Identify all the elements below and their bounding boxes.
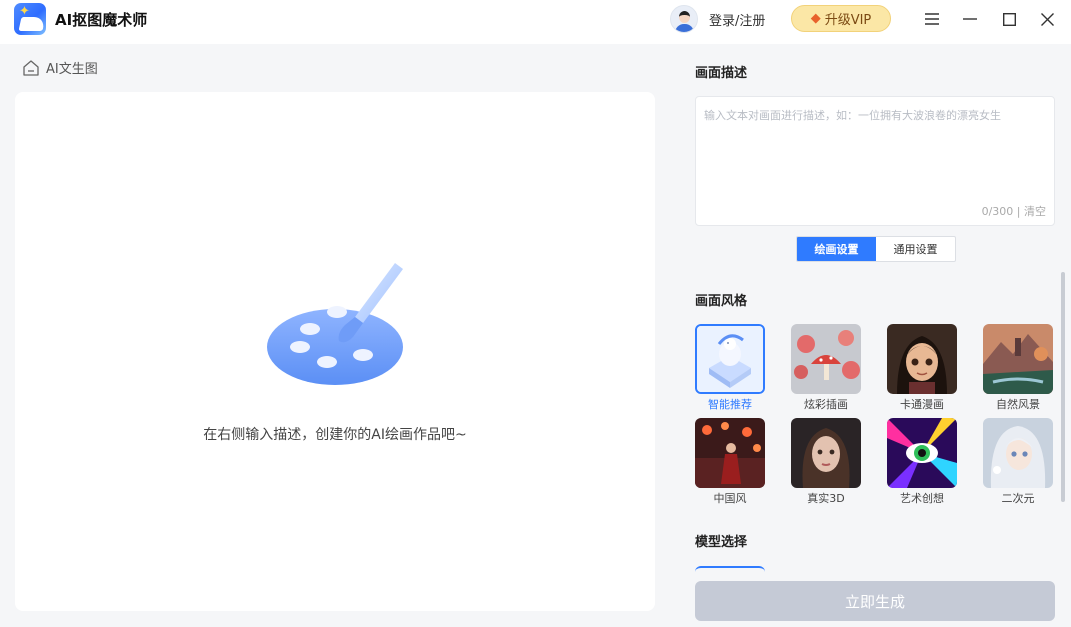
breadcrumb-back[interactable]: AI文生图 [22, 58, 98, 77]
diamond-icon: ◆ [810, 11, 821, 26]
model-section-title: 模型选择 [695, 535, 748, 550]
login-register-link[interactable]: 登录/注册 [709, 10, 765, 29]
empty-state-text: 在右侧输入描述，创建你的AI绘画作品吧~ [203, 427, 467, 443]
settings-tabs: 绘画设置 通用设置 [796, 236, 956, 262]
style-label: 智能推荐 [708, 398, 752, 411]
style-label: 艺术创想 [900, 492, 944, 505]
settings-panel: 画面描述 0/300 | 清空 绘画设置 通用设置 画面风格 [675, 44, 1071, 627]
description-input[interactable] [696, 97, 1054, 197]
style-chinese[interactable]: 中国风 [695, 418, 765, 506]
model-option-card[interactable] [695, 566, 765, 576]
generate-button[interactable]: 立即生成 [695, 581, 1055, 621]
palette-brush-icon [267, 263, 403, 385]
breadcrumb-label: AI文生图 [46, 62, 98, 77]
style-thumbnail [791, 418, 861, 488]
title-bar: AI抠图魔术师 登录/注册 ◆ 升级VIP [0, 0, 1071, 44]
style-thumbnail [695, 418, 765, 488]
tab-drawing-settings[interactable]: 绘画设置 [797, 237, 876, 261]
style-thumbnail [791, 324, 861, 394]
panel-scrollbar[interactable] [1061, 272, 1065, 502]
menu-icon[interactable] [921, 8, 943, 30]
style-label: 炫彩插画 [804, 398, 848, 411]
style-thumbnail [887, 418, 957, 488]
user-avatar[interactable] [670, 5, 698, 33]
style-smart-recommend[interactable]: 智能推荐 [695, 324, 765, 412]
style-nature-landscape[interactable]: 自然风景 [983, 324, 1053, 412]
char-count: 0/300 [981, 205, 1014, 218]
style-label: 中国风 [713, 492, 747, 505]
style-cartoon-comic[interactable]: 卡通漫画 [887, 324, 957, 412]
style-realistic-3d[interactable]: 真实3D [791, 418, 861, 506]
description-title: 画面描述 [695, 66, 748, 81]
style-section-title: 画面风格 [695, 294, 748, 309]
minimize-icon[interactable] [959, 8, 981, 30]
app-logo-icon [14, 3, 46, 35]
home-icon [23, 59, 39, 76]
style-thumbnail [695, 324, 765, 394]
style-art-creative[interactable]: 艺术创想 [887, 418, 957, 506]
style-label: 真实3D [807, 492, 845, 505]
style-anime[interactable]: 二次元 [983, 418, 1053, 506]
style-label: 二次元 [1001, 492, 1035, 505]
close-icon[interactable] [1036, 8, 1058, 30]
maximize-icon[interactable] [998, 8, 1020, 30]
canvas-area: 在右侧输入描述，创建你的AI绘画作品吧~ [15, 92, 655, 611]
style-label: 卡通漫画 [900, 398, 944, 411]
app-title: AI抠图魔术师 [55, 11, 148, 29]
style-thumbnail [983, 324, 1053, 394]
tab-general-settings[interactable]: 通用设置 [876, 237, 955, 261]
upgrade-vip-label: 升级VIP [824, 13, 872, 28]
description-box: 0/300 | 清空 [695, 96, 1055, 226]
style-thumbnail [887, 324, 957, 394]
counter-separator: | [1016, 205, 1021, 218]
style-label: 自然风景 [996, 398, 1040, 411]
upgrade-vip-button[interactable]: ◆ 升级VIP [791, 5, 891, 32]
clear-button[interactable]: 清空 [1024, 205, 1046, 218]
style-thumbnail [983, 418, 1053, 488]
char-counter: 0/300 | 清空 [982, 203, 1046, 219]
style-colorful-illustration[interactable]: 炫彩插画 [791, 324, 861, 412]
